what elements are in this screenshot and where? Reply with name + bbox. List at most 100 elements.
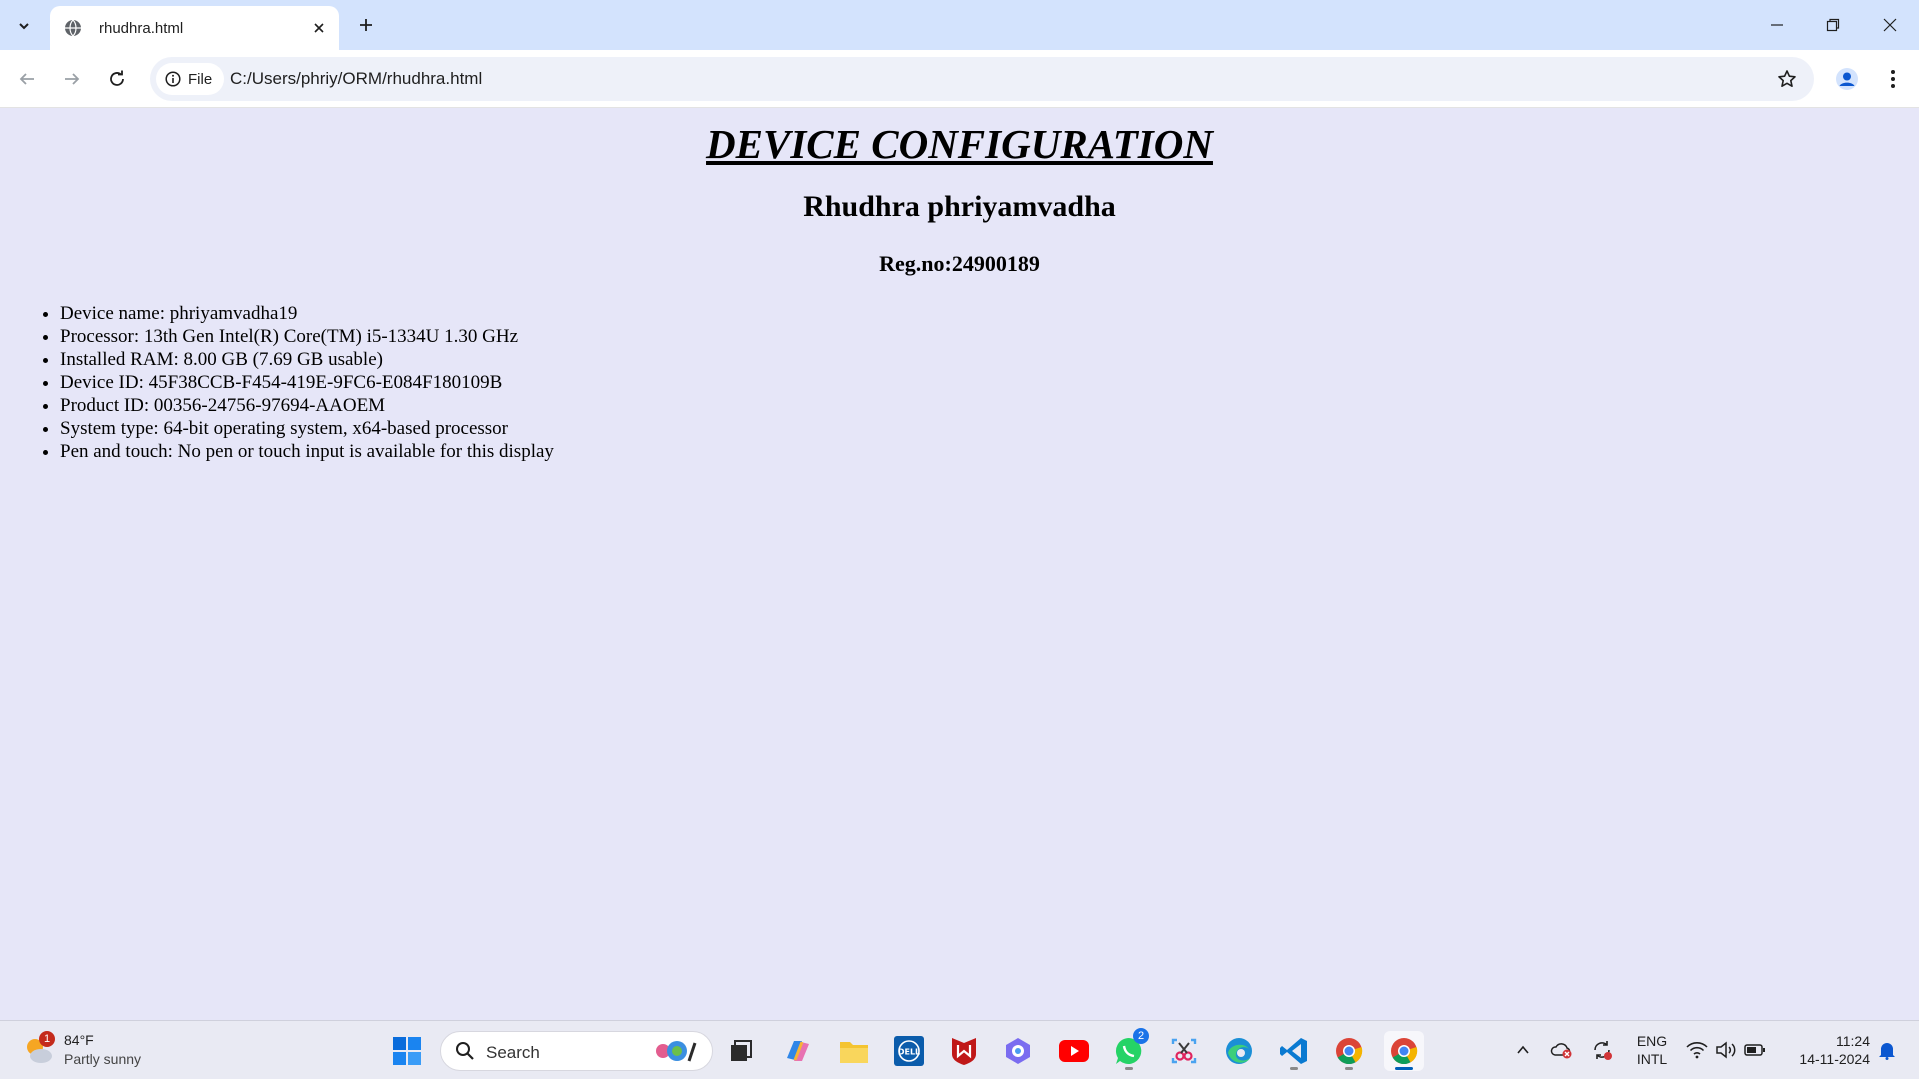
- svg-text:DELL: DELL: [898, 1048, 920, 1057]
- taskbar-search-box[interactable]: Search: [440, 1031, 713, 1071]
- page-content: DEVICE CONFIGURATION Rhudhra phriyamvadh…: [0, 108, 1919, 1020]
- snipping-tool-icon: [1171, 1038, 1197, 1064]
- battery-icon: [1744, 1044, 1765, 1056]
- mcafee-icon: [952, 1038, 976, 1065]
- onedrive-tray-button[interactable]: [1548, 1035, 1576, 1065]
- windows-start-icon: [393, 1037, 421, 1065]
- student-name: Rhudhra phriyamvadha: [803, 190, 1116, 223]
- restore-icon: [1826, 18, 1840, 32]
- game-bar-icon: [1006, 1038, 1030, 1064]
- chrome-active-icon: [1391, 1038, 1418, 1065]
- close-window-button[interactable]: [1862, 0, 1918, 50]
- browser-menu-icon[interactable]: [1878, 62, 1908, 96]
- list-item: Processor: 13th Gen Intel(R) Core(TM) i5…: [60, 325, 554, 348]
- site-chip-label: File: [188, 70, 213, 88]
- arrow-left-icon: [19, 73, 34, 85]
- file-explorer-button[interactable]: [834, 1031, 874, 1071]
- browser-toolbar: File C:/Users/phriy/ORM/rhudhra.html: [0, 50, 1919, 108]
- system-clock[interactable]: 11:24 14-11-2024: [1780, 1032, 1870, 1068]
- search-icon: [456, 1042, 474, 1060]
- arrow-right-icon: [65, 73, 80, 85]
- edge-icon: [1226, 1038, 1252, 1064]
- wifi-tray-button[interactable]: [1683, 1035, 1711, 1065]
- keyboard-layout: INTL: [1636, 1051, 1668, 1067]
- volume-tray-button[interactable]: [1712, 1035, 1740, 1065]
- info-icon: [165, 71, 181, 87]
- running-indicator: [1125, 1067, 1133, 1070]
- list-item: Device ID: 45F38CCB-F454-419E-9FC6-E084F…: [60, 371, 554, 394]
- chrome-icon: [1336, 1038, 1363, 1065]
- speaker-icon: [1716, 1041, 1736, 1059]
- notifications-button[interactable]: [1873, 1035, 1901, 1065]
- game-bar-button[interactable]: [998, 1031, 1038, 1071]
- active-tab[interactable]: rhudhra.html: [50, 6, 339, 50]
- sync-icon: [1594, 1041, 1612, 1060]
- tab-title: rhudhra.html: [99, 19, 184, 37]
- forward-button[interactable]: [55, 62, 89, 96]
- plus-icon: [360, 19, 372, 31]
- whatsapp-notification-badge: 2: [1133, 1028, 1149, 1044]
- chevron-up-icon: [1517, 1045, 1529, 1054]
- folder-icon: [840, 1042, 868, 1063]
- vscode-icon: [1280, 1038, 1307, 1064]
- wifi-icon: [1686, 1042, 1708, 1059]
- close-tab-icon[interactable]: [309, 18, 329, 38]
- profile-avatar-icon[interactable]: [1829, 62, 1865, 96]
- show-hidden-icons-button[interactable]: [1509, 1035, 1537, 1065]
- vscode-button[interactable]: [1274, 1031, 1314, 1071]
- chrome-active-button[interactable]: [1384, 1031, 1424, 1071]
- address-bar[interactable]: File C:/Users/phriy/ORM/rhudhra.html: [150, 57, 1814, 101]
- taskbar-search-placeholder: Search: [486, 1043, 540, 1062]
- whatsapp-button[interactable]: 2: [1109, 1028, 1149, 1071]
- minimize-icon: [1771, 24, 1783, 26]
- weather-notification-badge: 1: [39, 1031, 55, 1047]
- input-language-indicator[interactable]: ENG INTL: [1632, 1032, 1672, 1068]
- chevron-down-icon: [19, 23, 29, 30]
- device-spec-list: Device name: phriyamvadha19 Processor: 1…: [60, 302, 554, 463]
- site-info-chip[interactable]: File: [156, 63, 225, 95]
- list-item: Installed RAM: 8.00 GB (7.69 GB usable): [60, 348, 554, 371]
- weather-description: Partly sunny: [64, 1051, 142, 1067]
- search-highlights-icon: [656, 1041, 697, 1062]
- sync-tray-button[interactable]: [1588, 1035, 1616, 1065]
- active-indicator: [1395, 1067, 1413, 1070]
- reload-button[interactable]: [100, 62, 134, 96]
- new-tab-button[interactable]: [352, 11, 380, 39]
- battery-tray-button[interactable]: [1741, 1035, 1769, 1065]
- reload-icon: [110, 70, 124, 86]
- weather-widget[interactable]: 1 84°F Partly sunny: [22, 1031, 172, 1071]
- clock-date: 14-11-2024: [1799, 1051, 1870, 1067]
- list-item: Device name: phriyamvadha19: [60, 302, 554, 325]
- copilot-icon: [787, 1041, 809, 1061]
- youtube-button[interactable]: [1054, 1031, 1094, 1071]
- minimize-button[interactable]: [1749, 0, 1805, 50]
- language-code: ENG: [1636, 1033, 1668, 1049]
- mcafee-button[interactable]: [944, 1031, 984, 1071]
- chrome-button[interactable]: [1329, 1031, 1369, 1071]
- task-view-button[interactable]: [721, 1031, 761, 1071]
- page-title: DEVICE CONFIGURATION: [706, 121, 1213, 167]
- task-view-icon: [731, 1040, 752, 1061]
- start-button[interactable]: [387, 1031, 427, 1071]
- list-item: Pen and touch: No pen or touch input is …: [60, 440, 554, 463]
- tab-search-button[interactable]: [9, 11, 39, 41]
- cloud-error-icon: [1550, 1043, 1572, 1059]
- list-item: System type: 64-bit operating system, x6…: [60, 417, 554, 440]
- copilot-button[interactable]: [778, 1031, 818, 1071]
- weather-temperature: 84°F: [64, 1032, 94, 1048]
- globe-icon: [63, 18, 83, 38]
- restore-button[interactable]: [1805, 0, 1861, 50]
- snipping-tool-button[interactable]: [1164, 1031, 1204, 1071]
- running-indicator: [1290, 1067, 1298, 1070]
- url-text[interactable]: C:/Users/phriy/ORM/rhudhra.html: [230, 69, 482, 89]
- taskbar: 1 84°F Partly sunny Search DELL 2 ENG IN…: [0, 1020, 1919, 1079]
- back-button[interactable]: [10, 62, 44, 96]
- dell-icon: DELL: [894, 1036, 924, 1066]
- edge-button[interactable]: [1219, 1031, 1259, 1071]
- bookmark-star-icon[interactable]: [1774, 66, 1800, 92]
- list-item: Product ID: 00356-24756-97694-AAOEM: [60, 394, 554, 417]
- youtube-icon: [1059, 1040, 1089, 1062]
- dell-app-button[interactable]: DELL: [889, 1031, 929, 1071]
- clock-time: 11:24: [1836, 1033, 1870, 1049]
- close-icon: [1883, 18, 1897, 32]
